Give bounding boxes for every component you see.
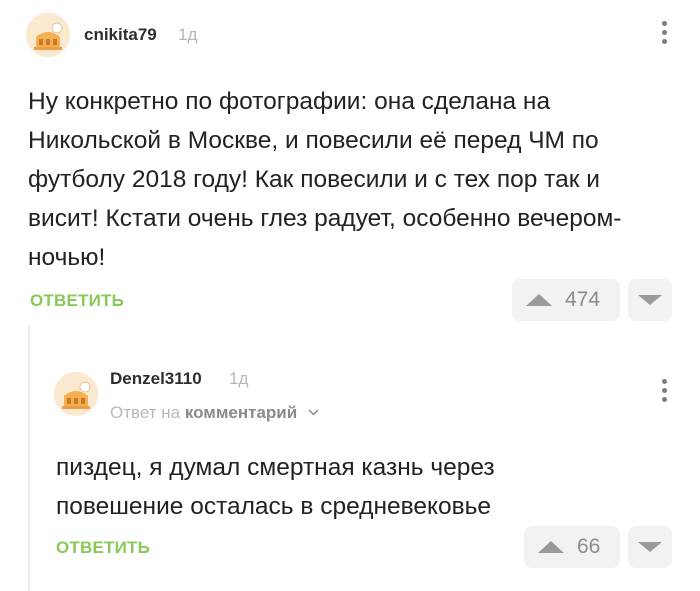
comment-time: 1д [229,369,249,388]
comment: cnikita79 1д Ну конкретно по фотографии:… [0,0,700,326]
comment-rating: 66 [577,535,601,558]
comment-author[interactable]: cnikita79 [84,25,157,45]
comment-time: 1д [178,25,198,44]
reply-button[interactable]: ОТВЕТИТЬ [56,538,150,558]
more-vertical-icon [662,379,667,384]
comment-text: пиздец, я думал смертная казнь через пов… [56,454,495,520]
upvote-arrow-icon[interactable] [536,539,566,555]
avatar-icon [54,372,98,416]
avatar[interactable] [26,13,70,57]
reply-to-link[interactable]: Ответ на комментарий [110,403,319,423]
downvote-arrow-icon[interactable] [636,293,664,307]
more-options-button[interactable] [655,18,675,48]
comment-rating: 474 [565,288,601,311]
reply-to-target[interactable]: комментарий [185,403,297,422]
avatar-icon [26,13,70,57]
chevron-down-icon [308,409,319,416]
comment-reply: Denzel3110 1д Ответ на комментарий пизде… [0,326,700,591]
vote-down-box[interactable] [628,279,672,321]
reply-to-prefix: Ответ на [110,403,181,422]
reply-button[interactable]: ОТВЕТИТЬ [30,291,124,311]
vote-up-box: 66 [524,526,620,568]
more-dot [662,39,667,44]
comment-author[interactable]: Denzel3110 [110,369,202,389]
vote-down-box[interactable] [628,526,672,568]
more-vertical-icon [662,21,667,26]
downvote-arrow-icon[interactable] [636,540,664,554]
vote-up-box: 474 [512,279,620,321]
more-options-button[interactable] [655,376,675,406]
more-dot [662,30,667,35]
more-dot [662,397,667,402]
more-dot [662,388,667,393]
upvote-arrow-icon[interactable] [524,292,554,308]
comment-text: Ну конкретно по фотографии: она сделана … [28,88,622,271]
avatar[interactable] [54,372,98,416]
